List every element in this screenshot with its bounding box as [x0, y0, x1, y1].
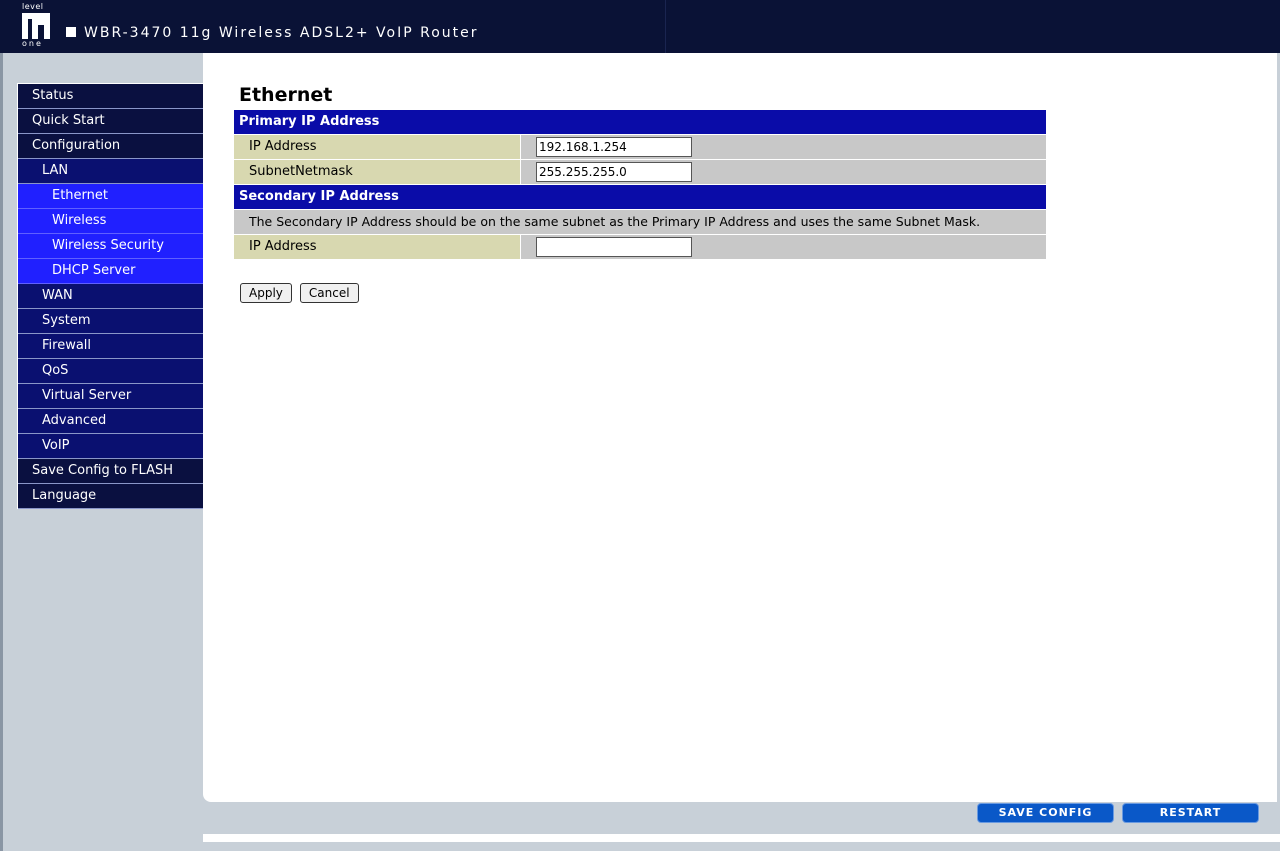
sidebar-item-language[interactable]: Language	[18, 484, 203, 509]
levelone-logo: level one	[20, 3, 56, 49]
sidebar-item-wireless-security[interactable]: Wireless Security	[18, 234, 203, 259]
ethernet-form: Primary IP Address IP Address SubnetNetm…	[234, 110, 1046, 259]
primary-ip-row: IP Address	[234, 134, 1046, 159]
sidebar-item-status[interactable]: Status	[18, 84, 203, 109]
sidebar-item-system[interactable]: System	[18, 309, 203, 334]
sidebar-item-dhcp-server[interactable]: DHCP Server	[18, 259, 203, 284]
sidebar-item-virtual-server[interactable]: Virtual Server	[18, 384, 203, 409]
sidebar-item-ethernet[interactable]: Ethernet	[18, 184, 203, 209]
logo-text-top: level	[22, 2, 44, 11]
header-divider	[665, 0, 666, 53]
left-band	[0, 53, 3, 851]
sidebar-item-advanced[interactable]: Advanced	[18, 409, 203, 434]
subnet-mask-input[interactable]	[536, 162, 692, 182]
logo-text-bottom: one	[22, 39, 43, 48]
sidebar-item-configuration[interactable]: Configuration	[18, 134, 203, 159]
sidebar-item-voip[interactable]: VoIP	[18, 434, 203, 459]
save-config-button[interactable]: SAVE CONFIG	[977, 803, 1114, 823]
square-bullet-icon	[66, 27, 76, 37]
page-title: Ethernet	[239, 84, 333, 106]
form-buttons: Apply Cancel	[240, 283, 367, 303]
secondary-ip-row: IP Address	[234, 234, 1046, 259]
restart-button[interactable]: RESTART	[1122, 803, 1259, 823]
product-title-text: WBR-3470 11g Wireless ADSL2+ VoIP Router	[84, 25, 479, 41]
sidebar-item-save-config-to-flash[interactable]: Save Config to FLASH	[18, 459, 203, 484]
sidebar-item-wireless[interactable]: Wireless	[18, 209, 203, 234]
product-title: WBR-3470 11g Wireless ADSL2+ VoIP Router	[66, 25, 479, 41]
primary-ip-input[interactable]	[536, 137, 692, 157]
sidebar-item-firewall[interactable]: Firewall	[18, 334, 203, 359]
sidebar-item-qos[interactable]: QoS	[18, 359, 203, 384]
secondary-ip-label: IP Address	[234, 235, 521, 259]
secondary-ip-input[interactable]	[536, 237, 692, 257]
subnet-mask-row: SubnetNetmask	[234, 159, 1046, 184]
cancel-button[interactable]: Cancel	[299, 283, 359, 303]
primary-ip-label: IP Address	[234, 135, 521, 159]
apply-button[interactable]: Apply	[240, 283, 292, 303]
primary-ip-heading: Primary IP Address	[234, 110, 1046, 134]
header-bar: level one WBR-3470 11g Wireless ADSL2+ V…	[0, 0, 1280, 53]
sidebar-item-lan[interactable]: LAN	[18, 159, 203, 184]
sidebar-nav: Status Quick Start Configuration LAN Etherne…	[17, 83, 204, 509]
sidebar-item-wan[interactable]: WAN	[18, 284, 203, 309]
secondary-ip-heading: Secondary IP Address	[234, 184, 1046, 209]
sidebar-item-quick-start[interactable]: Quick Start	[18, 109, 203, 134]
secondary-ip-note: The Secondary IP Address should be on th…	[234, 209, 1046, 234]
bottom-strip	[203, 834, 1280, 842]
subnet-mask-label: SubnetNetmask	[234, 160, 521, 184]
